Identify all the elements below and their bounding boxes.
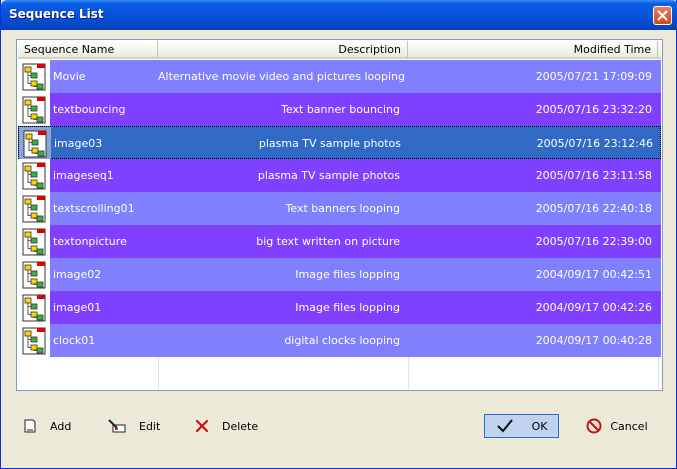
edit-button[interactable]: Edit [107, 414, 160, 438]
cell-modified-time: 2005/07/21 17:09:09 [535, 70, 652, 83]
cell-modified-time: 2004/09/17 00:42:26 [535, 301, 652, 314]
cell-description: Image files lopping [295, 301, 400, 314]
sequence-tree-icon [23, 130, 47, 157]
title-bar[interactable]: Sequence List [1, 0, 677, 30]
cell-name: textbouncing [18, 93, 158, 126]
row-icon-wrap [18, 324, 50, 357]
sequence-name: clock01 [53, 334, 96, 347]
sequence-tree-icon [22, 195, 46, 222]
cell-modified-time: 2004/09/17 00:40:28 [535, 334, 652, 347]
list-header: Sequence Name Description Modified Time [18, 41, 661, 59]
no-entry-icon [586, 418, 602, 434]
cell-description: big text written on picture [256, 235, 400, 248]
ok-button[interactable]: OK [484, 414, 559, 438]
sequence-name: imageseq1 [53, 169, 114, 182]
row-icon-wrap [18, 291, 50, 324]
row-icon-wrap [18, 159, 50, 192]
table-row[interactable]: imageseq1 plasma TV sample photos 2005/07/… [18, 159, 661, 192]
sequence-list[interactable]: Sequence Name Description Modified Time … [16, 39, 663, 391]
cell-description: digital clocks looping [284, 334, 400, 347]
column-header-modified[interactable]: Modified Time [408, 41, 658, 58]
sequence-tree-icon [22, 162, 46, 189]
ok-button-label: OK [531, 419, 548, 433]
close-button[interactable] [653, 6, 672, 25]
delete-button-label: Delete [222, 419, 259, 433]
table-row[interactable]: clock01 digital clocks looping 2004/09/17 … [18, 324, 661, 357]
edit-icon [108, 419, 126, 433]
row-icon-wrap [18, 93, 50, 126]
cell-description: Text banners looping [285, 202, 400, 215]
table-row[interactable]: image03 plasma TV sample photos 2005/07/16… [18, 126, 661, 160]
cell-modified-time: 2005/07/16 23:12:46 [536, 137, 653, 150]
cell-name: image02 [18, 258, 158, 291]
row-icon-wrap [18, 192, 50, 225]
table-row[interactable]: textbouncing Text banner bouncing 2005/07/… [18, 93, 661, 126]
sequence-name: Movie [53, 70, 86, 83]
delete-x-icon [195, 419, 209, 433]
cell-name: textonpicture [18, 225, 158, 258]
sequence-name: textscrolling01 [53, 202, 135, 215]
edit-button-label: Edit [139, 419, 161, 433]
cell-name: image03 [19, 127, 159, 160]
row-icon-wrap [18, 258, 50, 291]
cell-description: plasma TV sample photos [257, 169, 400, 182]
sequence-name: textbouncing [53, 103, 126, 116]
window-title: Sequence List [9, 7, 104, 21]
list-rows: Movie Alternative movie video and picture… [18, 60, 661, 357]
sequence-tree-icon [22, 294, 46, 321]
sequence-tree-icon [22, 96, 46, 123]
table-row[interactable]: textscrolling01 Text banners looping 2005/… [18, 192, 661, 225]
delete-button[interactable]: Delete [194, 414, 258, 438]
table-row[interactable]: Movie Alternative movie video and picture… [18, 60, 661, 93]
cell-name: textscrolling01 [18, 192, 158, 225]
close-icon [657, 10, 668, 21]
row-icon-wrap [18, 225, 50, 258]
cell-name: Movie [18, 60, 158, 93]
cell-modified-time: 2005/07/16 22:40:18 [535, 202, 652, 215]
cell-modified-time: 2005/07/16 23:11:58 [535, 169, 652, 182]
cell-description: Alternative movie video and pictures loo… [158, 70, 406, 83]
cell-modified-time: 2005/07/16 23:32:20 [535, 103, 652, 116]
cell-name: image01 [18, 291, 158, 324]
cell-name: clock01 [18, 324, 158, 357]
table-row[interactable]: image01 Image files lopping 2004/09/17 00:… [18, 291, 661, 324]
sequence-name: image01 [53, 301, 102, 314]
sequence-name: image03 [54, 137, 103, 150]
sequence-tree-icon [22, 228, 46, 255]
cell-description: plasma TV sample photos [258, 137, 401, 150]
sequence-tree-icon [22, 327, 46, 354]
new-document-icon [24, 419, 36, 433]
sequence-tree-icon [22, 261, 46, 288]
column-header-name[interactable]: Sequence Name [18, 41, 158, 58]
table-row[interactable]: textonpicture big text written on picture… [18, 225, 661, 258]
cell-modified-time: 2005/07/16 22:39:00 [535, 235, 652, 248]
cell-modified-time: 2004/09/17 00:42:51 [535, 268, 652, 281]
sequence-name: image02 [53, 268, 102, 281]
sequence-name: textonpicture [53, 235, 127, 248]
add-button-label: Add [50, 419, 72, 433]
cell-description: Text banner bouncing [281, 103, 400, 116]
table-row[interactable]: image02 Image files lopping 2004/09/17 00:… [18, 258, 661, 291]
row-icon-wrap [19, 127, 51, 160]
row-icon-wrap [18, 60, 50, 93]
cell-name: imageseq1 [18, 159, 158, 192]
column-header-description[interactable]: Description [158, 41, 408, 58]
checkmark-icon [496, 419, 513, 433]
cell-description: Image files lopping [295, 268, 400, 281]
sequence-list-dialog: Sequence List Sequence Name Description … [0, 0, 677, 469]
cancel-button[interactable]: Cancel [577, 414, 657, 438]
add-button[interactable]: Add [22, 414, 71, 438]
cancel-button-label: Cancel [610, 419, 648, 433]
sequence-tree-icon [22, 63, 46, 90]
